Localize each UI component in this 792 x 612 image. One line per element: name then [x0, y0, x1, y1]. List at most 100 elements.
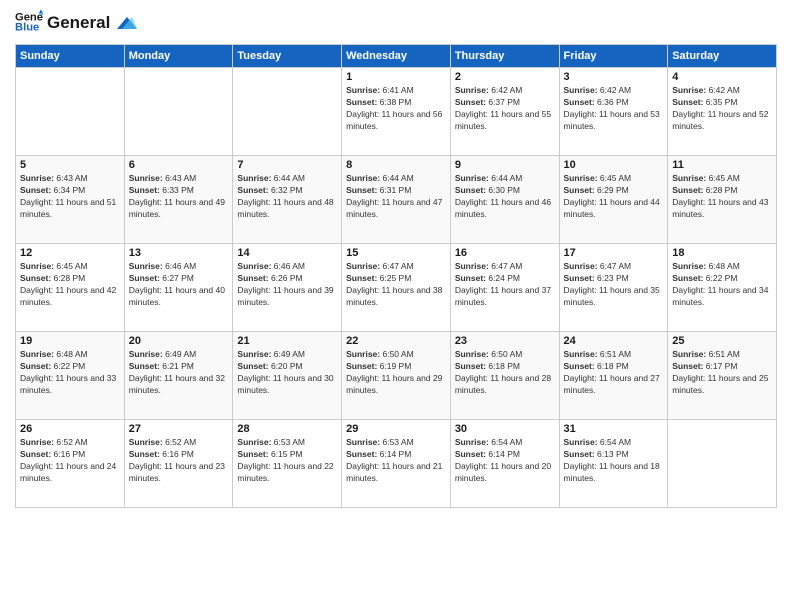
calendar-cell: 29 Sunrise: 6:53 AMSunset: 6:14 PMDayligh… — [342, 420, 451, 508]
day-number: 12 — [20, 247, 120, 259]
col-monday: Monday — [124, 45, 233, 68]
day-number: 4 — [672, 71, 772, 83]
day-detail: Sunrise: 6:45 AMSunset: 6:29 PMDaylight:… — [564, 173, 664, 221]
day-number: 14 — [237, 247, 337, 259]
calendar-cell: 23 Sunrise: 6:50 AMSunset: 6:18 PMDayligh… — [450, 332, 559, 420]
calendar-week-3: 12 Sunrise: 6:45 AMSunset: 6:28 PMDayligh… — [16, 244, 777, 332]
calendar-week-1: 1 Sunrise: 6:41 AMSunset: 6:38 PMDaylight… — [16, 68, 777, 156]
calendar-cell: 12 Sunrise: 6:45 AMSunset: 6:28 PMDayligh… — [16, 244, 125, 332]
day-detail: Sunrise: 6:43 AMSunset: 6:34 PMDaylight:… — [20, 173, 120, 221]
day-number: 29 — [346, 423, 446, 435]
day-detail: Sunrise: 6:52 AMSunset: 6:16 PMDaylight:… — [20, 437, 120, 485]
calendar-cell: 16 Sunrise: 6:47 AMSunset: 6:24 PMDayligh… — [450, 244, 559, 332]
day-number: 31 — [564, 423, 664, 435]
day-number: 7 — [237, 159, 337, 171]
day-number: 11 — [672, 159, 772, 171]
day-number: 27 — [129, 423, 229, 435]
day-detail: Sunrise: 6:45 AMSunset: 6:28 PMDaylight:… — [672, 173, 772, 221]
day-detail: Sunrise: 6:44 AMSunset: 6:31 PMDaylight:… — [346, 173, 446, 221]
col-thursday: Thursday — [450, 45, 559, 68]
calendar-table: Sunday Monday Tuesday Wednesday Thursday… — [15, 44, 777, 508]
day-number: 8 — [346, 159, 446, 171]
calendar-cell: 8 Sunrise: 6:44 AMSunset: 6:31 PMDaylight… — [342, 156, 451, 244]
svg-text:Blue: Blue — [15, 21, 39, 33]
col-tuesday: Tuesday — [233, 45, 342, 68]
col-sunday: Sunday — [16, 45, 125, 68]
day-number: 9 — [455, 159, 555, 171]
calendar-cell: 9 Sunrise: 6:44 AMSunset: 6:30 PMDaylight… — [450, 156, 559, 244]
calendar-cell: 17 Sunrise: 6:47 AMSunset: 6:23 PMDayligh… — [559, 244, 668, 332]
day-detail: Sunrise: 6:41 AMSunset: 6:38 PMDaylight:… — [346, 85, 446, 133]
day-number: 17 — [564, 247, 664, 259]
day-number: 15 — [346, 247, 446, 259]
calendar-cell — [124, 68, 233, 156]
calendar-cell: 1 Sunrise: 6:41 AMSunset: 6:38 PMDaylight… — [342, 68, 451, 156]
day-detail: Sunrise: 6:42 AMSunset: 6:35 PMDaylight:… — [672, 85, 772, 133]
day-detail: Sunrise: 6:49 AMSunset: 6:21 PMDaylight:… — [129, 349, 229, 397]
calendar-week-5: 26 Sunrise: 6:52 AMSunset: 6:16 PMDayligh… — [16, 420, 777, 508]
day-number: 30 — [455, 423, 555, 435]
calendar-cell: 24 Sunrise: 6:51 AMSunset: 6:18 PMDayligh… — [559, 332, 668, 420]
col-wednesday: Wednesday — [342, 45, 451, 68]
day-detail: Sunrise: 6:51 AMSunset: 6:17 PMDaylight:… — [672, 349, 772, 397]
day-number: 6 — [129, 159, 229, 171]
day-detail: Sunrise: 6:48 AMSunset: 6:22 PMDaylight:… — [672, 261, 772, 309]
day-detail: Sunrise: 6:50 AMSunset: 6:18 PMDaylight:… — [455, 349, 555, 397]
calendar-cell: 10 Sunrise: 6:45 AMSunset: 6:29 PMDayligh… — [559, 156, 668, 244]
calendar-cell: 14 Sunrise: 6:46 AMSunset: 6:26 PMDayligh… — [233, 244, 342, 332]
calendar-cell: 11 Sunrise: 6:45 AMSunset: 6:28 PMDayligh… — [668, 156, 777, 244]
day-detail: Sunrise: 6:47 AMSunset: 6:25 PMDaylight:… — [346, 261, 446, 309]
day-detail: Sunrise: 6:46 AMSunset: 6:27 PMDaylight:… — [129, 261, 229, 309]
calendar-cell: 25Sunrise: 6:51 AMSunset: 6:17 PMDayligh… — [668, 332, 777, 420]
calendar-cell: 31 Sunrise: 6:54 AMSunset: 6:13 PMDayligh… — [559, 420, 668, 508]
day-detail: Sunrise: 6:47 AMSunset: 6:23 PMDaylight:… — [564, 261, 664, 309]
day-number: 26 — [20, 423, 120, 435]
day-detail: Sunrise: 6:43 AMSunset: 6:33 PMDaylight:… — [129, 173, 229, 221]
day-detail: Sunrise: 6:53 AMSunset: 6:14 PMDaylight:… — [346, 437, 446, 485]
day-detail: Sunrise: 6:44 AMSunset: 6:30 PMDaylight:… — [455, 173, 555, 221]
calendar-cell: 4 Sunrise: 6:42 AMSunset: 6:35 PMDaylight… — [668, 68, 777, 156]
calendar-cell: 7 Sunrise: 6:44 AMSunset: 6:32 PMDaylight… — [233, 156, 342, 244]
calendar-cell: 20Sunrise: 6:49 AMSunset: 6:21 PMDayligh… — [124, 332, 233, 420]
day-number: 28 — [237, 423, 337, 435]
day-number: 2 — [455, 71, 555, 83]
calendar-cell: 19Sunrise: 6:48 AMSunset: 6:22 PMDayligh… — [16, 332, 125, 420]
day-number: 16 — [455, 247, 555, 259]
day-number: 19 — [20, 335, 120, 347]
calendar-cell: 27Sunrise: 6:52 AMSunset: 6:16 PMDayligh… — [124, 420, 233, 508]
day-detail: Sunrise: 6:50 AMSunset: 6:19 PMDaylight:… — [346, 349, 446, 397]
day-number: 1 — [346, 71, 446, 83]
calendar-week-4: 19Sunrise: 6:48 AMSunset: 6:22 PMDayligh… — [16, 332, 777, 420]
day-number: 18 — [672, 247, 772, 259]
header: General Blue General — [15, 10, 777, 36]
day-number: 24 — [564, 335, 664, 347]
calendar-cell: 5Sunrise: 6:43 AMSunset: 6:34 PMDaylight… — [16, 156, 125, 244]
col-saturday: Saturday — [668, 45, 777, 68]
day-detail: Sunrise: 6:47 AMSunset: 6:24 PMDaylight:… — [455, 261, 555, 309]
calendar-cell: 6 Sunrise: 6:43 AMSunset: 6:33 PMDaylight… — [124, 156, 233, 244]
calendar-cell: 26 Sunrise: 6:52 AMSunset: 6:16 PMDayligh… — [16, 420, 125, 508]
day-detail: Sunrise: 6:42 AMSunset: 6:36 PMDaylight:… — [564, 85, 664, 133]
calendar-cell — [16, 68, 125, 156]
calendar-cell: 2Sunrise: 6:42 AMSunset: 6:37 PMDaylight… — [450, 68, 559, 156]
day-number: 23 — [455, 335, 555, 347]
day-detail: Sunrise: 6:51 AMSunset: 6:18 PMDaylight:… — [564, 349, 664, 397]
calendar-cell: 21Sunrise: 6:49 AMSunset: 6:20 PMDayligh… — [233, 332, 342, 420]
calendar-cell: 30 Sunrise: 6:54 AMSunset: 6:14 PMDayligh… — [450, 420, 559, 508]
logo-icon: General Blue — [15, 8, 43, 36]
calendar-cell — [668, 420, 777, 508]
calendar-week-2: 5Sunrise: 6:43 AMSunset: 6:34 PMDaylight… — [16, 156, 777, 244]
day-detail: Sunrise: 6:46 AMSunset: 6:26 PMDaylight:… — [237, 261, 337, 309]
calendar-cell: 13 Sunrise: 6:46 AMSunset: 6:27 PMDayligh… — [124, 244, 233, 332]
calendar-cell — [233, 68, 342, 156]
day-number: 13 — [129, 247, 229, 259]
day-detail: Sunrise: 6:49 AMSunset: 6:20 PMDaylight:… — [237, 349, 337, 397]
day-detail: Sunrise: 6:45 AMSunset: 6:28 PMDaylight:… — [20, 261, 120, 309]
day-detail: Sunrise: 6:54 AMSunset: 6:14 PMDaylight:… — [455, 437, 555, 485]
col-friday: Friday — [559, 45, 668, 68]
day-detail: Sunrise: 6:54 AMSunset: 6:13 PMDaylight:… — [564, 437, 664, 485]
day-number: 10 — [564, 159, 664, 171]
day-detail: Sunrise: 6:44 AMSunset: 6:32 PMDaylight:… — [237, 173, 337, 221]
day-number: 3 — [564, 71, 664, 83]
day-detail: Sunrise: 6:53 AMSunset: 6:15 PMDaylight:… — [237, 437, 337, 485]
